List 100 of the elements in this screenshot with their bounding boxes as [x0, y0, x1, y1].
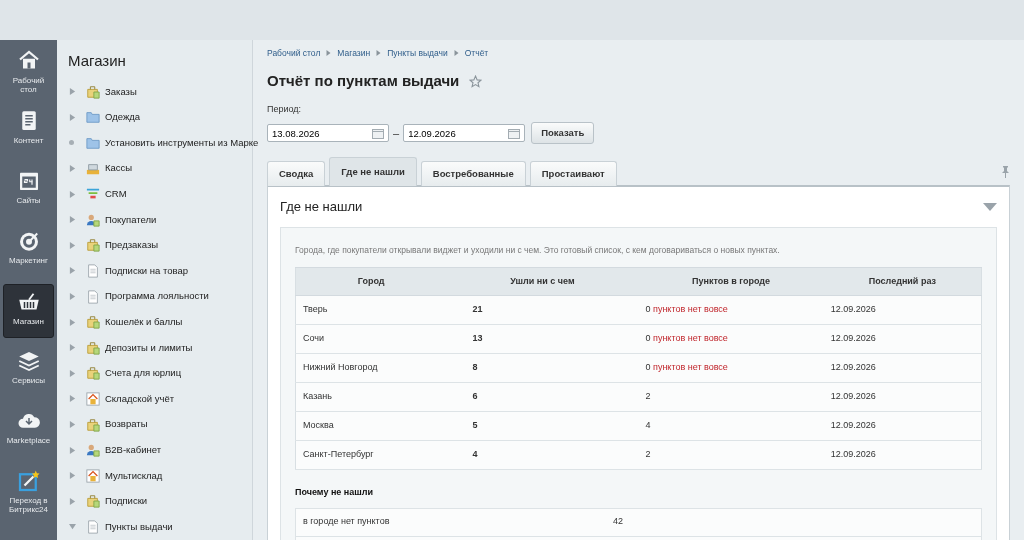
sidebar-item[interactable]: Кошелёк и баллы: [68, 309, 183, 335]
rail-item[interactable]: Магазин: [3, 284, 54, 338]
bag-icon: [86, 84, 100, 99]
breadcrumb-separator-icon: [376, 50, 382, 56]
table-cell: 0: [645, 333, 651, 344]
collapsed-arrow-icon[interactable]: [69, 113, 76, 121]
table-cell: 21: [446, 295, 639, 325]
tab[interactable]: Сводка: [267, 161, 326, 187]
collapsed-arrow-icon[interactable]: [69, 88, 76, 96]
table-cell: 8: [446, 353, 639, 383]
collapsed-arrow-icon[interactable]: [69, 472, 76, 480]
tab[interactable]: Где не нашли: [329, 157, 417, 187]
tab[interactable]: Востребованные: [420, 161, 526, 187]
table-cell: 12.09.2026: [823, 440, 982, 470]
date-from-field[interactable]: 13.08.2026: [267, 124, 389, 143]
table-cell: 2: [645, 391, 651, 402]
sidebar-item[interactable]: Подписки на товар: [68, 258, 188, 284]
tab[interactable]: Простаивают: [529, 161, 617, 187]
collapsed-arrow-icon[interactable]: [69, 164, 76, 172]
rail-item[interactable]: Marketplace: [3, 404, 54, 458]
rail-item[interactable]: Сервисы: [3, 344, 54, 398]
collapsed-arrow-icon[interactable]: [69, 190, 76, 198]
table-cell: 12.09.2026: [823, 353, 982, 383]
sidebar-item[interactable]: Покупатели: [68, 206, 157, 233]
sidebar-item[interactable]: Счета для юрлиц: [68, 360, 182, 387]
sidebar-item[interactable]: Складской учёт: [68, 386, 175, 412]
collapsed-arrow-icon[interactable]: [69, 318, 76, 326]
table-cell: 2: [645, 449, 651, 460]
collapsed-arrow-icon[interactable]: [69, 420, 76, 428]
collapsed-arrow-icon[interactable]: [69, 292, 76, 300]
pin-icon[interactable]: [1001, 166, 1010, 179]
sidebar-item[interactable]: Кассы: [68, 155, 133, 182]
breadcrumb-link[interactable]: Рабочий стол: [267, 46, 321, 60]
users-icon: [86, 443, 100, 458]
column-header: Город: [295, 267, 447, 296]
collapsed-arrow-icon[interactable]: [69, 497, 76, 505]
star-icon[interactable]: [469, 74, 483, 88]
collapsed-arrow-icon[interactable]: [69, 241, 76, 249]
reasons-title: Почему не нашли: [295, 486, 375, 499]
sidebar-item[interactable]: Программа лояльности: [68, 283, 209, 310]
sidebar-item[interactable]: Депозиты и лимиты: [68, 334, 193, 361]
rail-item[interactable]: Переход в Битрикс24: [3, 464, 54, 518]
show-button[interactable]: Показать: [531, 122, 595, 145]
sidebar-item[interactable]: B2B-кабинет: [68, 437, 162, 463]
calendar-icon[interactable]: [372, 128, 384, 140]
sidebar-item[interactable]: CRM: [68, 181, 127, 207]
warning-text: пунктов нет вовсе: [653, 362, 728, 373]
bag-icon: [86, 340, 100, 355]
sidebar-item[interactable]: Пункты выдачи: [68, 514, 173, 540]
collapsed-arrow-icon[interactable]: [69, 369, 76, 377]
rail-item[interactable]: Маркетинг: [3, 224, 54, 278]
collapse-icon[interactable]: [983, 203, 997, 212]
reason-label: в городе нет пунктов: [303, 515, 391, 529]
range-dash: –: [393, 125, 400, 141]
collapsed-arrow-icon[interactable]: [69, 395, 76, 403]
table-cell: Казань: [295, 382, 447, 412]
sidebar-item[interactable]: Предзаказы: [68, 232, 159, 259]
table-cell: 12.09.2026: [823, 324, 982, 354]
table-cell: 12.09.2026: [823, 382, 982, 412]
table-cell: Сочи: [295, 324, 447, 354]
house-icon: [86, 391, 100, 406]
collapsed-arrow-icon[interactable]: [69, 344, 76, 352]
section-title: Где не нашли: [280, 199, 363, 216]
bag-icon: [86, 417, 100, 432]
sidebar-item[interactable]: Одежда: [68, 104, 141, 131]
period-label: Период:: [267, 102, 303, 116]
rail-item[interactable]: Рабочий стол: [3, 44, 54, 98]
rail-item[interactable]: Сайты: [3, 164, 54, 218]
table-cell: 6: [446, 382, 639, 412]
breadcrumb-link[interactable]: Отчёт: [464, 46, 489, 60]
collapsed-arrow-icon[interactable]: [69, 267, 76, 275]
table-cell: 13: [446, 324, 639, 354]
table-cell: Нижний Новгород: [295, 353, 447, 383]
table-cell: 4: [446, 440, 639, 470]
sidebar-item[interactable]: Установить инструменты из Марке: [68, 130, 259, 156]
sidebar-item[interactable]: Подписки: [68, 488, 148, 515]
date-to-field[interactable]: 12.09.2026: [403, 124, 526, 143]
sidebar-item[interactable]: Возвраты: [68, 411, 148, 438]
sidebar-item[interactable]: Мультисклад: [68, 462, 163, 489]
breadcrumb-link[interactable]: Магазин: [337, 46, 371, 60]
table-cell: 4: [645, 420, 651, 431]
collapsed-arrow-icon[interactable]: [69, 446, 76, 454]
sidebar-item[interactable]: Заказы: [68, 79, 137, 105]
users-icon: [86, 212, 100, 227]
expanded-arrow-icon[interactable]: [69, 523, 76, 531]
layers-icon: [16, 349, 41, 373]
page-title: Отчёт по пунктам выдачи: [267, 71, 460, 91]
rail-item[interactable]: Контент: [3, 104, 54, 158]
house-icon: [86, 468, 100, 483]
reason-count: 42: [613, 515, 623, 529]
calendar-icon[interactable]: [508, 128, 521, 140]
table-cell: 0: [645, 304, 651, 315]
section-description: Города, где покупатели открывали виджет и уходили ни с чем. Это готовый список, с кем договариваться о новых пунктах.: [295, 244, 781, 257]
bag-icon: [86, 238, 100, 253]
warning-text: пунктов нет вовсе: [653, 304, 728, 315]
breadcrumb-link[interactable]: Пункты выдачи: [387, 46, 448, 60]
table-cell: Санкт-Петербург: [295, 440, 447, 470]
warning-text: пунктов нет вовсе: [653, 333, 728, 344]
collapsed-arrow-icon[interactable]: [69, 216, 76, 224]
table-cell: 5: [446, 411, 639, 441]
